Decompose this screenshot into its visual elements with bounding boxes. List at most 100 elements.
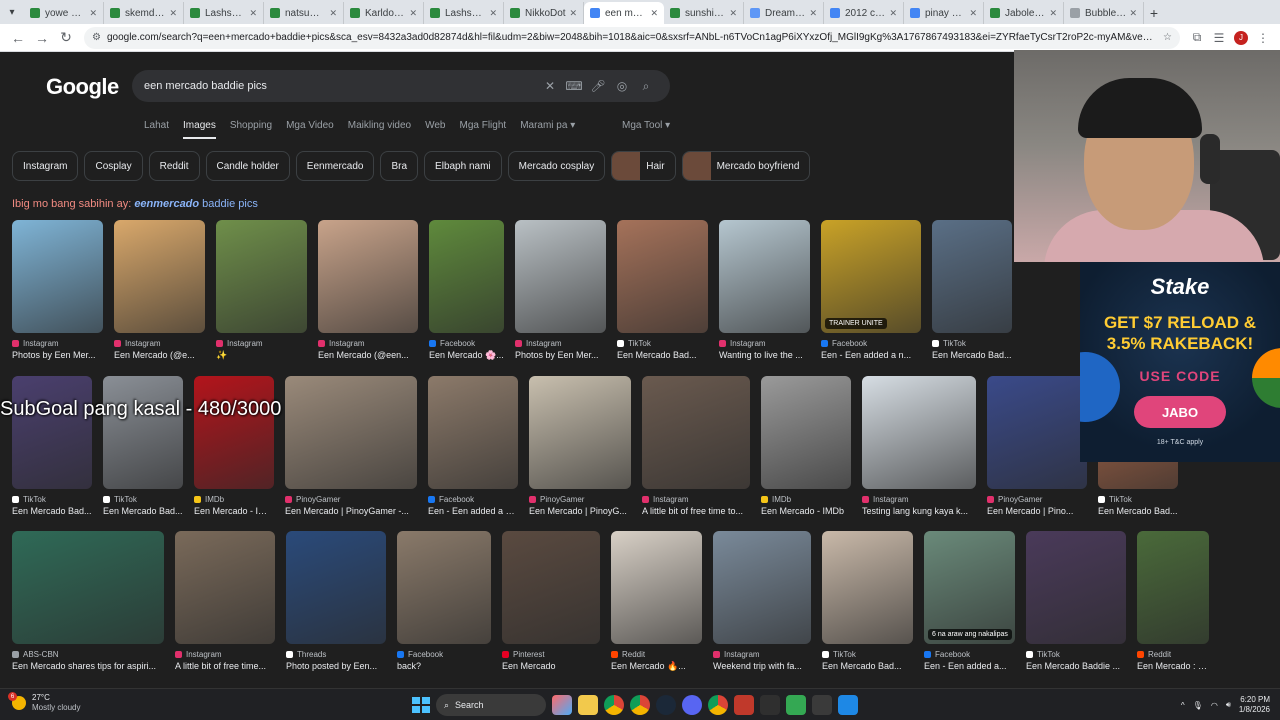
image-title[interactable]: Photos by Een Mer... xyxy=(12,350,103,360)
image-source[interactable]: Instagram xyxy=(719,338,810,348)
image-thumbnail[interactable] xyxy=(932,220,1012,333)
image-thumbnail[interactable] xyxy=(429,220,504,333)
image-result-card[interactable]: TikTok Een Mercado Bad... xyxy=(617,220,708,361)
image-source[interactable]: Facebook xyxy=(924,649,1015,659)
image-source[interactable]: PinoyGamer xyxy=(529,494,631,504)
windows-start-icon[interactable] xyxy=(410,695,430,715)
image-thumbnail[interactable] xyxy=(12,376,92,489)
image-result-card[interactable]: TikTok Een Mercado Bad... xyxy=(822,531,913,672)
image-result-card[interactable]: Instagram Wanting to live the ... xyxy=(719,220,810,361)
image-thumbnail[interactable] xyxy=(862,376,976,489)
image-source[interactable]: Instagram xyxy=(175,649,275,659)
image-source[interactable]: IMDb xyxy=(194,494,274,504)
image-thumbnail[interactable] xyxy=(12,220,103,333)
site-info-icon[interactable]: ⚙ xyxy=(92,32,101,43)
tab-close-icon[interactable]: ✕ xyxy=(329,8,337,19)
image-thumbnail[interactable] xyxy=(1026,531,1126,644)
google-logo[interactable]: Google xyxy=(46,74,119,100)
image-result-card[interactable]: Reddit Een Mercado 🔥... xyxy=(611,531,702,672)
new-tab-button[interactable]: + xyxy=(1144,2,1164,24)
tab-close-icon[interactable]: ✕ xyxy=(969,8,977,19)
image-source[interactable]: Facebook xyxy=(429,338,504,348)
refinement-chip[interactable]: Hair xyxy=(611,151,676,181)
image-thumbnail[interactable] xyxy=(987,376,1087,489)
image-thumbnail[interactable]: 6 na araw ang nakalipas xyxy=(924,531,1015,644)
copilot-icon[interactable] xyxy=(552,695,572,715)
tab-close-icon[interactable]: ✕ xyxy=(89,8,97,19)
keyboard-icon[interactable]: ⌨ xyxy=(562,79,586,93)
browser-tab[interactable]: pinay 201 ✕ xyxy=(904,2,984,24)
image-title[interactable]: Photos by Een Mer... xyxy=(515,350,606,360)
tray-overflow-icon[interactable]: ^ xyxy=(1181,701,1185,710)
image-source[interactable]: TikTok xyxy=(617,338,708,348)
image-result-card[interactable]: Instagram ✨ xyxy=(216,220,307,361)
image-thumbnail[interactable] xyxy=(713,531,811,644)
volume-icon[interactable]: 🔊︎ xyxy=(1226,700,1231,710)
search-type-tab[interactable]: Images xyxy=(183,120,216,139)
search-type-tab[interactable]: Marami pa ▾ xyxy=(520,120,575,139)
search-box[interactable]: een mercado baddie pics ✕ ⌨ 🎤︎ ◎ ⌕ xyxy=(132,70,670,102)
image-result-card[interactable]: Instagram Een Mercado (@een... xyxy=(318,220,418,361)
search-query[interactable]: een mercado baddie pics xyxy=(144,80,538,92)
forward-arrow-icon[interactable]: → xyxy=(30,26,54,50)
browser-tab[interactable]: natsumidi ✕ xyxy=(264,2,344,24)
clock[interactable]: 6:20 PM 1/8/2026 xyxy=(1239,695,1270,715)
image-source[interactable]: Instagram xyxy=(713,649,811,659)
image-result-card[interactable]: TikTok Een Mercado Bad... xyxy=(12,376,92,516)
image-result-card[interactable]: PinoyGamer Een Mercado | PinoyGamer -... xyxy=(285,376,417,516)
image-thumbnail[interactable]: TRAINER UNITE xyxy=(821,220,921,333)
image-title[interactable]: ✨ xyxy=(216,350,307,361)
refinement-chip[interactable]: Instagram xyxy=(12,151,79,181)
refinement-chip[interactable]: Candle holder xyxy=(205,151,290,181)
browser-tab[interactable]: NikkoDot ✕ xyxy=(504,2,584,24)
image-title[interactable]: Photo posted by Een... xyxy=(286,661,386,671)
menu-kebab-icon[interactable]: ⋮ xyxy=(1252,27,1274,49)
image-title[interactable]: Een Mercado | Pino... xyxy=(987,506,1087,516)
obs-icon[interactable] xyxy=(760,695,780,715)
suggestion-rest[interactable]: baddie pics xyxy=(199,198,258,210)
image-thumbnail[interactable] xyxy=(529,376,631,489)
image-title[interactable]: Een Mercado Baddie ... xyxy=(1026,661,1126,671)
tab-close-icon[interactable]: ✕ xyxy=(889,8,897,19)
tab-close-icon[interactable]: ✕ xyxy=(650,8,658,19)
image-source[interactable]: Pinterest xyxy=(502,649,600,659)
tools-dropdown[interactable]: Mga Tool ▾ xyxy=(622,120,670,131)
image-title[interactable]: Een Mercado Bad... xyxy=(617,350,708,360)
reading-list-icon[interactable]: ☰ xyxy=(1208,27,1230,49)
chrome-icon[interactable] xyxy=(604,695,624,715)
browser-tab[interactable]: 2012 cale ✕ xyxy=(824,2,904,24)
bookmark-star-icon[interactable]: ☆ xyxy=(1163,32,1172,43)
refinement-chip[interactable]: Bra xyxy=(380,151,419,181)
image-result-card[interactable]: Instagram Weekend trip with fa... xyxy=(713,531,811,672)
taskbar-search[interactable]: ⌕ Search xyxy=(436,694,546,716)
image-source[interactable]: PinoyGamer xyxy=(987,494,1087,504)
image-result-card[interactable]: PinoyGamer Een Mercado | PinoyG... xyxy=(529,376,631,516)
image-thumbnail[interactable] xyxy=(12,531,164,644)
image-title[interactable]: Een Mercado Bad... xyxy=(822,661,913,671)
image-title[interactable]: A little bit of free time to... xyxy=(642,506,750,516)
image-source[interactable]: Instagram xyxy=(318,338,418,348)
image-title[interactable]: Een Mercado | PinoyG... xyxy=(529,506,631,516)
chrome-alt-icon[interactable] xyxy=(708,695,728,715)
image-result-card[interactable]: 6 na araw ang nakalipas Facebook Een - Een… xyxy=(924,531,1015,672)
image-source[interactable]: ABS-CBN xyxy=(12,649,164,659)
image-result-card[interactable]: Instagram Photos by Een Mer... xyxy=(12,220,103,361)
image-thumbnail[interactable] xyxy=(1137,531,1209,644)
image-thumbnail[interactable] xyxy=(617,220,708,333)
search-icon[interactable]: ⌕ xyxy=(634,79,658,94)
image-result-card[interactable]: Facebook back? xyxy=(397,531,491,672)
image-thumbnail[interactable] xyxy=(216,220,307,333)
steam-icon[interactable] xyxy=(656,695,676,715)
browser-tab[interactable]: skemdota ✕ xyxy=(104,2,184,24)
refinement-chip[interactable]: Mercado boyfriend xyxy=(681,151,811,181)
image-result-card[interactable]: Instagram A little bit of free time to... xyxy=(642,376,750,516)
image-source[interactable]: TikTok xyxy=(1026,649,1126,659)
address-bar[interactable]: ⚙ google.com/search?q=een+mercado+baddie… xyxy=(84,26,1180,49)
browser-tab[interactable]: JaboleroD ✕ xyxy=(984,2,1064,24)
image-source[interactable]: Facebook xyxy=(428,494,518,504)
image-title[interactable]: Een - Een added a n... xyxy=(428,506,518,516)
image-thumbnail[interactable] xyxy=(515,220,606,333)
file-explorer-icon[interactable] xyxy=(578,695,598,715)
browser-tab[interactable]: Lashsegw ✕ xyxy=(424,2,504,24)
image-title[interactable]: Een Mercado | PinoyGamer -... xyxy=(285,506,417,516)
